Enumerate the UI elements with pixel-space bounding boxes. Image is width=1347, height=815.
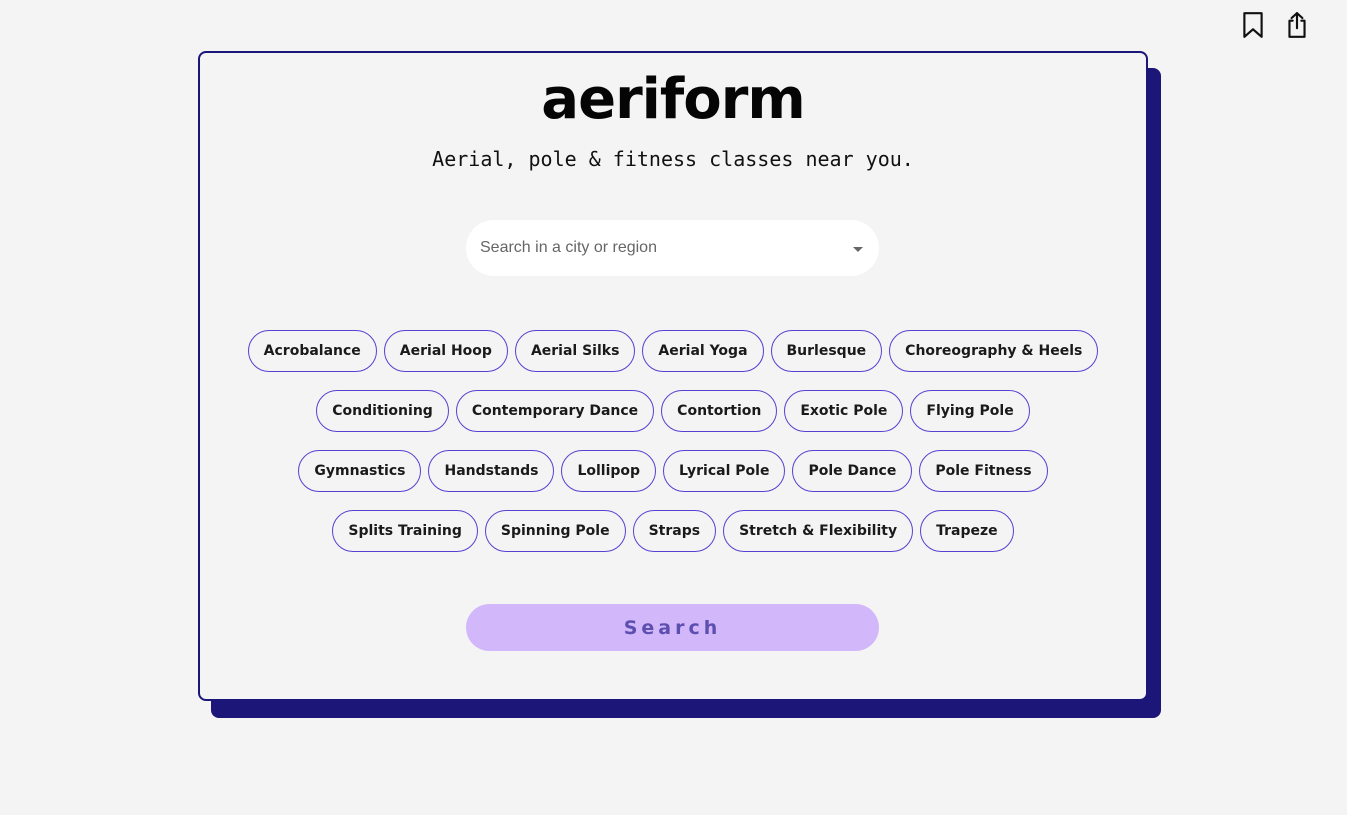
category-tag[interactable]: Conditioning (316, 390, 449, 432)
category-tag[interactable]: Exotic Pole (784, 390, 904, 432)
chevron-down-icon[interactable] (853, 246, 863, 252)
tag-row: Gymnastics Handstands Lollipop Lyrical Pole… (298, 450, 1048, 492)
category-tag[interactable]: Stretch & Flexibility (723, 510, 914, 552)
tag-row: Splits Training Spinning Pole Straps Stretc… (332, 510, 1014, 552)
category-tag[interactable]: Aerial Silks (514, 330, 636, 372)
top-actions (1239, 10, 1311, 40)
logo: aeriform (541, 67, 805, 132)
category-tag[interactable]: Aerial Hoop (383, 330, 508, 372)
bookmark-icon (1243, 12, 1263, 38)
category-tag[interactable]: Lollipop (561, 450, 657, 492)
category-tag[interactable]: Acrobalance (247, 330, 377, 372)
category-tag[interactable]: Lyrical Pole (663, 450, 786, 492)
category-tag[interactable]: Pole Dance (792, 450, 913, 492)
category-tag[interactable]: Trapeze (920, 510, 1014, 552)
share-button[interactable] (1283, 10, 1311, 40)
category-tags: Acrobalance Aerial Hoop Aerial Silks Aerial… (247, 330, 1099, 552)
category-tag[interactable]: Gymnastics (298, 450, 422, 492)
location-search-input[interactable] (480, 220, 853, 276)
bookmark-button[interactable] (1239, 10, 1267, 40)
category-tag[interactable]: Splits Training (332, 510, 478, 552)
tagline: Aerial, pole & fitness classes near you. (432, 147, 914, 171)
location-search-field[interactable] (466, 220, 879, 276)
category-tag[interactable]: Handstands (428, 450, 555, 492)
tag-row: Conditioning Contemporary Dance Contortion… (316, 390, 1030, 432)
category-tag[interactable]: Straps (632, 510, 717, 552)
category-tag[interactable]: Contemporary Dance (455, 390, 655, 432)
category-tag[interactable]: Flying Pole (910, 390, 1030, 432)
category-tag[interactable]: Contortion (661, 390, 778, 432)
search-button[interactable]: Search (466, 604, 879, 651)
tag-row: Acrobalance Aerial Hoop Aerial Silks Aerial… (247, 330, 1099, 372)
category-tag[interactable]: Pole Fitness (919, 450, 1048, 492)
share-icon (1288, 12, 1306, 38)
category-tag[interactable]: Choreography & Heels (889, 330, 1099, 372)
category-tag[interactable]: Aerial Yoga (642, 330, 764, 372)
search-card: aeriform Aerial, pole & fitness classes … (198, 51, 1148, 701)
category-tag[interactable]: Burlesque (770, 330, 883, 372)
category-tag[interactable]: Spinning Pole (484, 510, 626, 552)
